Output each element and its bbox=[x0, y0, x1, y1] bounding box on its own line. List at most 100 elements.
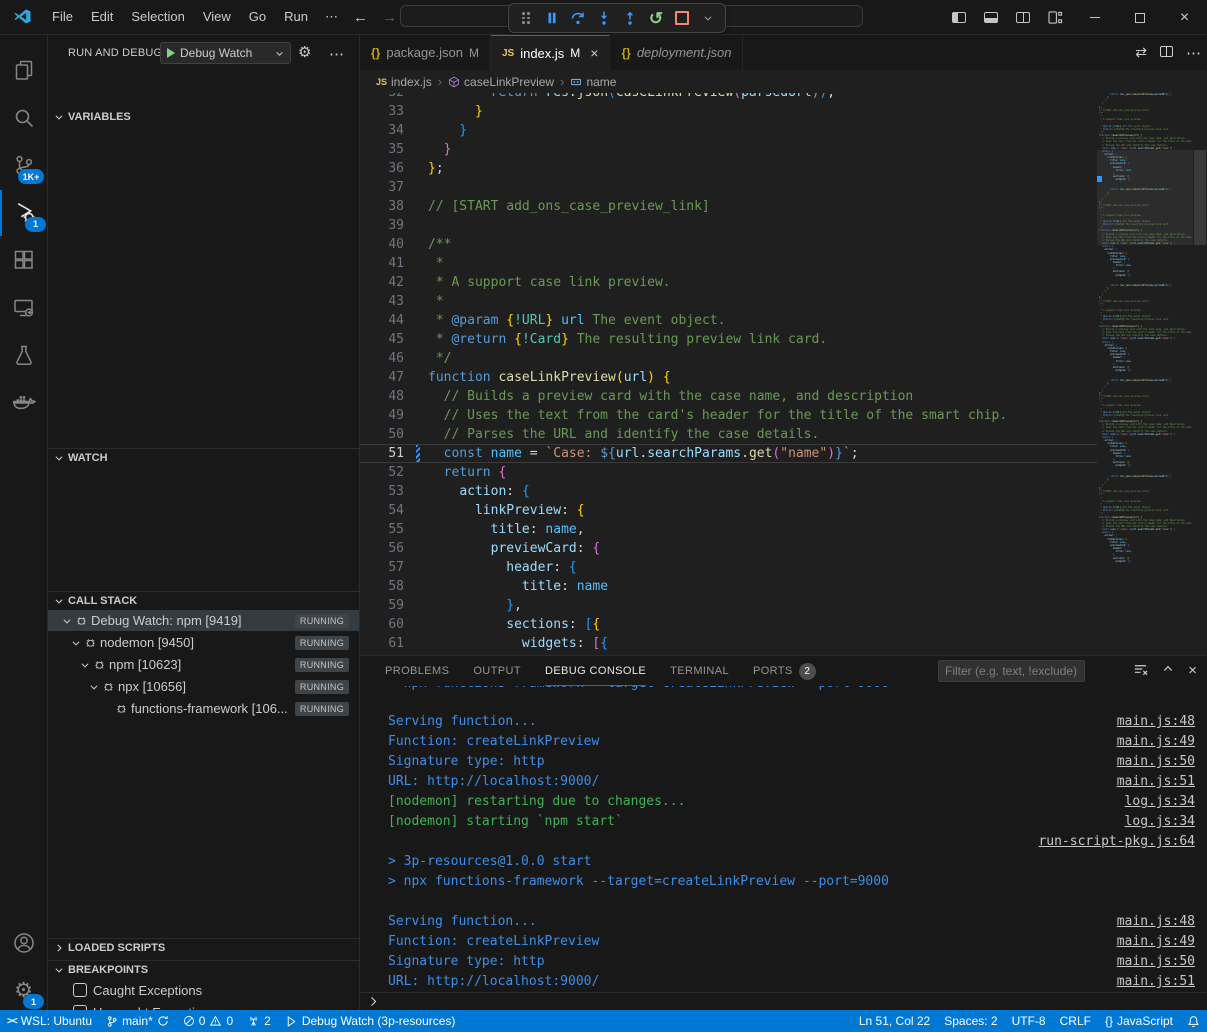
launch-config-dropdown[interactable]: Debug Watch bbox=[160, 42, 291, 64]
expand-chevron-icon[interactable] bbox=[89, 682, 99, 692]
line-number[interactable]: 59 bbox=[360, 596, 418, 615]
tab-deployment.json[interactable]: {}deployment.json bbox=[610, 35, 743, 70]
panel-tab-ports[interactable]: PORTS2 bbox=[753, 656, 816, 686]
eol-indicator[interactable]: CRLF bbox=[1053, 1010, 1098, 1032]
line-number[interactable]: 45 bbox=[360, 330, 418, 349]
code-line-45[interactable]: 45 * @return {!Card} The resulting previ… bbox=[360, 330, 1097, 349]
go-forward-button[interactable]: → bbox=[382, 9, 397, 26]
pause-button[interactable] bbox=[541, 7, 563, 29]
line-number[interactable]: 35 bbox=[360, 140, 418, 159]
code-line-36[interactable]: 36}; bbox=[360, 159, 1097, 178]
editor-scrollbar[interactable] bbox=[1193, 93, 1207, 655]
encoding-indicator[interactable]: UTF-8 bbox=[1005, 1010, 1053, 1032]
menu-edit[interactable]: Edit bbox=[82, 5, 122, 29]
line-number[interactable]: 54 bbox=[360, 501, 418, 520]
line-number[interactable]: 55 bbox=[360, 520, 418, 539]
line-number[interactable]: 41 bbox=[360, 254, 418, 273]
code-line-60[interactable]: 60 sections: [{ bbox=[360, 615, 1097, 634]
code-line-55[interactable]: 55 title: name, bbox=[360, 520, 1097, 539]
loaded-scripts-section-header[interactable]: LOADED SCRIPTS bbox=[48, 938, 359, 957]
line-number[interactable]: 34 bbox=[360, 121, 418, 140]
debug-console-output[interactable]: > npx functions-framework --target=creat… bbox=[360, 686, 1207, 992]
source-link[interactable]: log.js:34 bbox=[1125, 812, 1195, 832]
debug-settings-gear-icon[interactable]: ⚙ bbox=[298, 45, 311, 60]
views-more-actions-icon[interactable]: ⋯ bbox=[329, 45, 344, 63]
line-number[interactable]: 47 bbox=[360, 368, 418, 387]
code-line-42[interactable]: 42 * A support case link preview. bbox=[360, 273, 1097, 292]
clear-console-icon[interactable] bbox=[1133, 662, 1148, 680]
code-line-47[interactable]: 47function caseLinkPreview(url) { bbox=[360, 368, 1097, 387]
cursor-position-indicator[interactable]: Ln 51, Col 22 bbox=[852, 1010, 937, 1032]
expand-chevron-icon[interactable] bbox=[80, 660, 90, 670]
line-number[interactable]: 49 bbox=[360, 406, 418, 425]
menu-file[interactable]: File bbox=[43, 5, 82, 29]
toggle-secondary-sidebar-icon[interactable] bbox=[1016, 12, 1030, 23]
toggle-panel-icon[interactable] bbox=[984, 12, 998, 23]
menu-selection[interactable]: Selection bbox=[122, 5, 193, 29]
panel-tab-debug-console[interactable]: DEBUG CONSOLE bbox=[545, 656, 646, 686]
line-number[interactable]: 60 bbox=[360, 615, 418, 634]
call-stack-session[interactable]: npm [10623]RUNNING bbox=[48, 654, 359, 675]
line-number[interactable]: 40 bbox=[360, 235, 418, 254]
call-stack-session[interactable]: functions-framework [106...RUNNING bbox=[48, 698, 359, 719]
line-number[interactable]: 48 bbox=[360, 387, 418, 406]
maximize-panel-icon[interactable] bbox=[1162, 663, 1174, 678]
breadcrumb-index.js[interactable]: JSindex.js bbox=[376, 75, 432, 89]
code-line-44[interactable]: 44 * @param {!URL} url The event object. bbox=[360, 311, 1097, 330]
indentation-indicator[interactable]: Spaces: 2 bbox=[937, 1010, 1004, 1032]
line-number[interactable]: 32 bbox=[360, 93, 418, 102]
source-link[interactable]: main.js:48 bbox=[1117, 712, 1195, 732]
toolbar-drag-handle[interactable] bbox=[515, 7, 537, 29]
language-mode-indicator[interactable]: {}JavaScript bbox=[1098, 1010, 1180, 1032]
code-line-40[interactable]: 40/** bbox=[360, 235, 1097, 254]
line-number[interactable]: 53 bbox=[360, 482, 418, 501]
menu-go[interactable]: Go bbox=[240, 5, 275, 29]
code-line-57[interactable]: 57 header: { bbox=[360, 558, 1097, 577]
line-number[interactable]: 50 bbox=[360, 425, 418, 444]
step-over-button[interactable] bbox=[567, 7, 589, 29]
code-line-56[interactable]: 56 previewCard: { bbox=[360, 539, 1097, 558]
call-stack-section-header[interactable]: CALL STACK bbox=[48, 591, 359, 609]
line-number[interactable]: 44 bbox=[360, 311, 418, 330]
minimize-button[interactable] bbox=[1072, 0, 1117, 35]
line-number[interactable]: 36 bbox=[360, 159, 418, 178]
code-line-51[interactable]: 51 const name = `Case: ${url.searchParam… bbox=[360, 444, 1097, 463]
go-back-button[interactable]: ← bbox=[353, 9, 368, 26]
menu-more-button[interactable]: ⋯ bbox=[317, 9, 346, 25]
code-line-38[interactable]: 38// [START add_ons_case_preview_link] bbox=[360, 197, 1097, 216]
source-link[interactable]: main.js:49 bbox=[1117, 932, 1195, 952]
line-number[interactable]: 38 bbox=[360, 197, 418, 216]
restart-button[interactable]: ↺ bbox=[645, 7, 667, 29]
source-link[interactable]: main.js:50 bbox=[1117, 952, 1195, 972]
source-link[interactable]: main.js:49 bbox=[1117, 732, 1195, 752]
line-number[interactable]: 57 bbox=[360, 558, 418, 577]
line-number[interactable]: 46 bbox=[360, 349, 418, 368]
menu-view[interactable]: View bbox=[194, 5, 240, 29]
expand-chevron-icon[interactable] bbox=[71, 638, 81, 648]
variables-section-header[interactable]: VARIABLES bbox=[48, 107, 359, 126]
expand-chevron-icon[interactable] bbox=[62, 616, 72, 626]
notifications-bell-icon[interactable] bbox=[1180, 1010, 1207, 1032]
debug-console-input[interactable] bbox=[360, 992, 1207, 1010]
start-debug-icon[interactable] bbox=[167, 48, 175, 58]
tab-index.js[interactable]: JSindex.jsM× bbox=[491, 35, 611, 70]
source-link[interactable]: log.js:34 bbox=[1125, 792, 1195, 812]
close-button[interactable]: × bbox=[1162, 0, 1207, 35]
code-line-53[interactable]: 53 action: { bbox=[360, 482, 1097, 501]
code-line-58[interactable]: 58 title: name bbox=[360, 577, 1097, 596]
line-number[interactable]: 58 bbox=[360, 577, 418, 596]
debug-status-indicator[interactable]: Debug Watch (3p-resources) bbox=[278, 1010, 463, 1032]
source-link[interactable]: main.js:51 bbox=[1117, 972, 1195, 992]
activity-accounts-icon[interactable] bbox=[0, 920, 47, 966]
minimap-slider[interactable] bbox=[1097, 150, 1193, 245]
source-link[interactable]: main.js:50 bbox=[1117, 752, 1195, 772]
close-tab-icon[interactable]: × bbox=[590, 45, 598, 61]
code-line-43[interactable]: 43 * bbox=[360, 292, 1097, 311]
panel-tab-problems[interactable]: PROBLEMS bbox=[385, 656, 449, 686]
code-editor[interactable]: 32 return res.json(caseLinkPreview(parse… bbox=[360, 93, 1097, 655]
activity-search-icon[interactable] bbox=[0, 95, 47, 141]
line-number[interactable]: 43 bbox=[360, 292, 418, 311]
step-into-button[interactable] bbox=[593, 7, 615, 29]
close-panel-icon[interactable]: × bbox=[1188, 662, 1197, 679]
toggle-sidebar-icon[interactable] bbox=[952, 12, 966, 23]
